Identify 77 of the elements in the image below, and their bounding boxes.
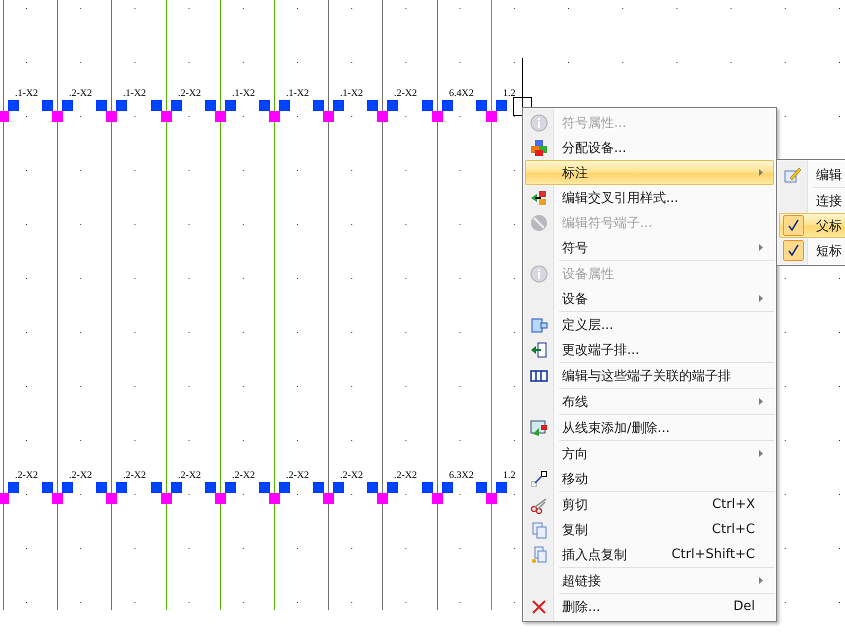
- terminal-label: 6.3X2: [449, 470, 474, 481]
- terminal-drawing: [151, 100, 182, 122]
- terminal-label: .2-X2: [394, 470, 418, 481]
- menu-item[interactable]: 移动: [525, 466, 774, 491]
- terminal-drawing: [476, 100, 507, 122]
- terminal-label: .1-X2: [15, 88, 38, 99]
- menu-item[interactable]: 编辑: [779, 162, 845, 187]
- terminal-drawing: [96, 482, 127, 504]
- cubes-icon: [530, 138, 548, 156]
- menu-item[interactable]: 布线: [525, 389, 774, 414]
- terminal-label: .1-X2: [340, 88, 364, 99]
- menu-item[interactable]: 超链接: [525, 568, 774, 593]
- terminal-label: .1-X2: [286, 88, 310, 99]
- menu-item[interactable]: 插入点复制 Ctrl+Shift+C: [525, 542, 774, 567]
- terminal-drawing: [151, 482, 182, 504]
- copy-icon: [530, 520, 548, 538]
- submenu-arrow-icon: [759, 577, 763, 584]
- terminal-label: .2-X2: [286, 470, 310, 481]
- terminal-drawing: [96, 100, 127, 122]
- terminal-drawing: [0, 482, 19, 504]
- submenu-arrow-icon: [759, 398, 763, 405]
- terminal-drawing: [205, 100, 236, 122]
- info-icon: [530, 114, 548, 132]
- terminal-drawing: [0, 100, 19, 122]
- menu-item[interactable]: 更改端子排...: [525, 337, 774, 362]
- terminal-label: .2-X2: [340, 470, 364, 481]
- menu-item[interactable]: 父标: [779, 213, 845, 238]
- terminal-drawing: [476, 482, 507, 504]
- submenu-arrow-icon: [759, 244, 763, 251]
- terminal-drawing: [422, 100, 453, 122]
- menu-item[interactable]: 设备: [525, 286, 774, 311]
- delete-icon: [530, 598, 548, 616]
- terminal-drawing: [42, 100, 73, 122]
- terminal-drawing: [205, 482, 236, 504]
- terminal-label: .1-X2: [232, 88, 256, 99]
- ban-icon: [530, 214, 548, 232]
- terminal-drawing: [367, 482, 398, 504]
- terminal-drawing: [42, 482, 73, 504]
- submenu-arrow-icon: [759, 169, 763, 176]
- menu-item[interactable]: 从线束添加/删除...: [525, 415, 774, 440]
- layer-icon: [530, 316, 548, 334]
- pencil-icon: [784, 166, 802, 184]
- terminal-drawing: [367, 100, 398, 122]
- terminal-drawing: [313, 482, 344, 504]
- menu-item[interactable]: 方向: [525, 441, 774, 466]
- terminal-label: .2-X2: [232, 470, 256, 481]
- menu-item[interactable]: 删除... Del: [525, 594, 774, 619]
- scissors-icon: [530, 496, 548, 514]
- terminal-label: .1-X2: [123, 88, 146, 99]
- terminal-label: .2-X2: [123, 470, 146, 481]
- menu-item[interactable]: 编辑与这些端子关联的端子排: [525, 363, 774, 388]
- terminal-drawing: [259, 482, 290, 504]
- menu-item[interactable]: 剪切 Ctrl+X: [525, 492, 774, 517]
- terminal-label: 6.4X2: [449, 88, 474, 99]
- terminal-label: .2-X2: [69, 470, 92, 481]
- move-icon: [530, 470, 548, 488]
- menu-item[interactable]: 定义层...: [525, 312, 774, 337]
- terminal-label: 1.2: [503, 88, 516, 99]
- terminal-drawing: [313, 100, 344, 122]
- terminal-label: .2-X2: [69, 88, 92, 99]
- terminal-label: .2-X2: [178, 470, 202, 481]
- menu-item[interactable]: 短标: [779, 238, 845, 263]
- menu-item[interactable]: 符号: [525, 235, 774, 260]
- terminal-drawing: [259, 100, 290, 122]
- menu-item[interactable]: 连接: [779, 188, 845, 213]
- menu-item[interactable]: 标注: [525, 160, 774, 185]
- submenu-arrow-icon: [759, 295, 763, 302]
- submenu-arrow-icon: [759, 450, 763, 457]
- menu-item[interactable]: 复制 Ctrl+C: [525, 517, 774, 542]
- terminal-label: .2-X2: [394, 88, 418, 99]
- menu-item[interactable]: 编辑交叉引用样式...: [525, 185, 774, 210]
- info-icon: [530, 264, 548, 282]
- terminal-drawing: [422, 482, 453, 504]
- terminal-label: .2-X2: [15, 470, 38, 481]
- menu-item[interactable]: 分配设备...: [525, 135, 774, 160]
- terminal-label: 1.2: [503, 470, 516, 481]
- terminal-label: .2-X2: [178, 88, 202, 99]
